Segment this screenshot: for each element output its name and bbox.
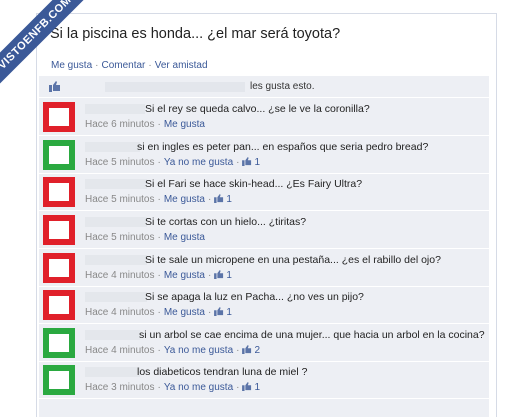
comment-like-link[interactable]: Me gusta xyxy=(164,232,205,243)
comment-row: los diabeticos tendran luna de miel ? Hac… xyxy=(39,361,489,399)
likes-text: les gusta esto. xyxy=(250,81,315,92)
likes-summary: les gusta esto. xyxy=(39,76,489,98)
status-text: Si la piscina es honda... ¿el mar será t… xyxy=(50,26,341,42)
like-count[interactable]: 1 xyxy=(254,382,260,393)
comment-meta: Hace 4 minutos · Me gusta · 1 xyxy=(85,307,232,318)
comment-time[interactable]: Hace 5 minutos xyxy=(85,157,154,168)
comment-row: Si te sale un micropene en una pestaña..… xyxy=(39,249,489,287)
comment-meta: Hace 4 minutos · Me gusta · 1 xyxy=(85,270,232,281)
comment-link[interactable]: Comentar xyxy=(101,60,145,71)
comment-like-link[interactable]: Ya no me gusta xyxy=(164,157,233,168)
commenter-name-blurred[interactable] xyxy=(85,330,140,340)
comment-row: Si te cortas con un hielo... ¿tiritas? Ha… xyxy=(39,211,489,249)
comment-text: Si se apaga la luz en Pacha... ¿no ves u… xyxy=(145,291,364,303)
commenter-name-blurred[interactable] xyxy=(85,104,145,114)
avatar[interactable] xyxy=(43,253,75,283)
comment-text: Si el rey se queda calvo... ¿se le ve la… xyxy=(145,103,370,115)
comment-meta: Hace 5 minutos · Me gusta xyxy=(85,232,205,243)
comment-text: si un arbol se cae encima de una mujer..… xyxy=(139,329,485,341)
comment-time[interactable]: Hace 3 minutos xyxy=(85,382,154,393)
comment-meta: Hace 5 minutos · Me gusta · 1 xyxy=(85,194,232,205)
commenter-name-blurred[interactable] xyxy=(85,292,147,302)
comment-meta: Hace 6 minutos · Me gusta xyxy=(85,119,205,130)
like-count[interactable]: 2 xyxy=(254,345,260,356)
comment-text: si en ingles es peter pan... en españos … xyxy=(137,141,429,153)
commenter-name-blurred[interactable] xyxy=(85,255,147,265)
comment-row: Si el rey se queda calvo... ¿se le ve la… xyxy=(39,98,489,136)
comment-row: si en ingles es peter pan... en españos … xyxy=(39,136,489,174)
commenter-name-blurred[interactable] xyxy=(85,367,140,377)
avatar[interactable] xyxy=(43,365,75,395)
comment-time[interactable]: Hace 6 minutos xyxy=(85,119,154,130)
like-count[interactable]: 1 xyxy=(254,157,260,168)
like-count-icon xyxy=(214,270,224,279)
comment-meta: Hace 4 minutos · Ya no me gusta · 2 xyxy=(85,345,261,356)
comment-like-link[interactable]: Ya no me gusta xyxy=(164,345,233,356)
comment-like-link[interactable]: Me gusta xyxy=(164,307,205,318)
comment-text: Si te cortas con un hielo... ¿tiritas? xyxy=(145,216,307,228)
like-count[interactable]: 1 xyxy=(226,270,232,281)
liker-names-blurred xyxy=(105,82,245,92)
comment-text: Si el Fari se hace skin-head... ¿Es Fair… xyxy=(145,178,363,190)
comment-text: los diabeticos tendran luna de miel ? xyxy=(137,366,308,378)
comment-time[interactable]: Hace 5 minutos xyxy=(85,194,154,205)
like-count-icon xyxy=(242,157,252,166)
comment-like-link[interactable]: Me gusta xyxy=(164,194,205,205)
like-count[interactable]: 1 xyxy=(226,194,232,205)
comment-meta: Hace 5 minutos · Ya no me gusta · 1 xyxy=(85,157,261,168)
like-link[interactable]: Me gusta xyxy=(51,60,92,71)
avatar[interactable] xyxy=(43,290,75,320)
like-count[interactable]: 1 xyxy=(226,307,232,318)
comment-meta: Hace 3 minutos · Ya no me gusta · 1 xyxy=(85,382,261,393)
comment-like-link[interactable]: Me gusta xyxy=(164,119,205,130)
comment-time[interactable]: Hace 4 minutos xyxy=(85,270,154,281)
comment-time[interactable]: Hace 5 minutos xyxy=(85,232,154,243)
like-count-icon xyxy=(214,194,224,203)
commenter-name-blurred[interactable] xyxy=(85,217,147,227)
avatar[interactable] xyxy=(43,140,75,170)
like-count-icon xyxy=(242,382,252,391)
comment-like-link[interactable]: Me gusta xyxy=(164,270,205,281)
like-count-icon xyxy=(242,345,252,354)
comment-like-link[interactable]: Ya no me gusta xyxy=(164,382,233,393)
like-count-icon xyxy=(214,307,224,316)
comment-time[interactable]: Hace 4 minutos xyxy=(85,307,154,318)
comment-text: Si te sale un micropene en una pestaña..… xyxy=(145,254,441,266)
avatar[interactable] xyxy=(43,328,75,358)
view-friendship-link[interactable]: Ver amistad xyxy=(155,60,208,71)
commenter-name-blurred[interactable] xyxy=(85,179,147,189)
avatar[interactable] xyxy=(43,177,75,207)
thumbs-up-icon xyxy=(49,81,60,92)
comment-row: Si el Fari se hace skin-head... ¿Es Fair… xyxy=(39,173,489,211)
comment-row: Si se apaga la luz en Pacha... ¿no ves u… xyxy=(39,286,489,324)
avatar[interactable] xyxy=(43,102,75,132)
post-actions: Me gusta · Comentar · Ver amistad xyxy=(51,60,208,71)
commenter-name-blurred[interactable] xyxy=(85,142,140,152)
comment-time[interactable]: Hace 4 minutos xyxy=(85,345,154,356)
comment-row: si un arbol se cae encima de una mujer..… xyxy=(39,324,489,362)
avatar[interactable] xyxy=(43,215,75,245)
